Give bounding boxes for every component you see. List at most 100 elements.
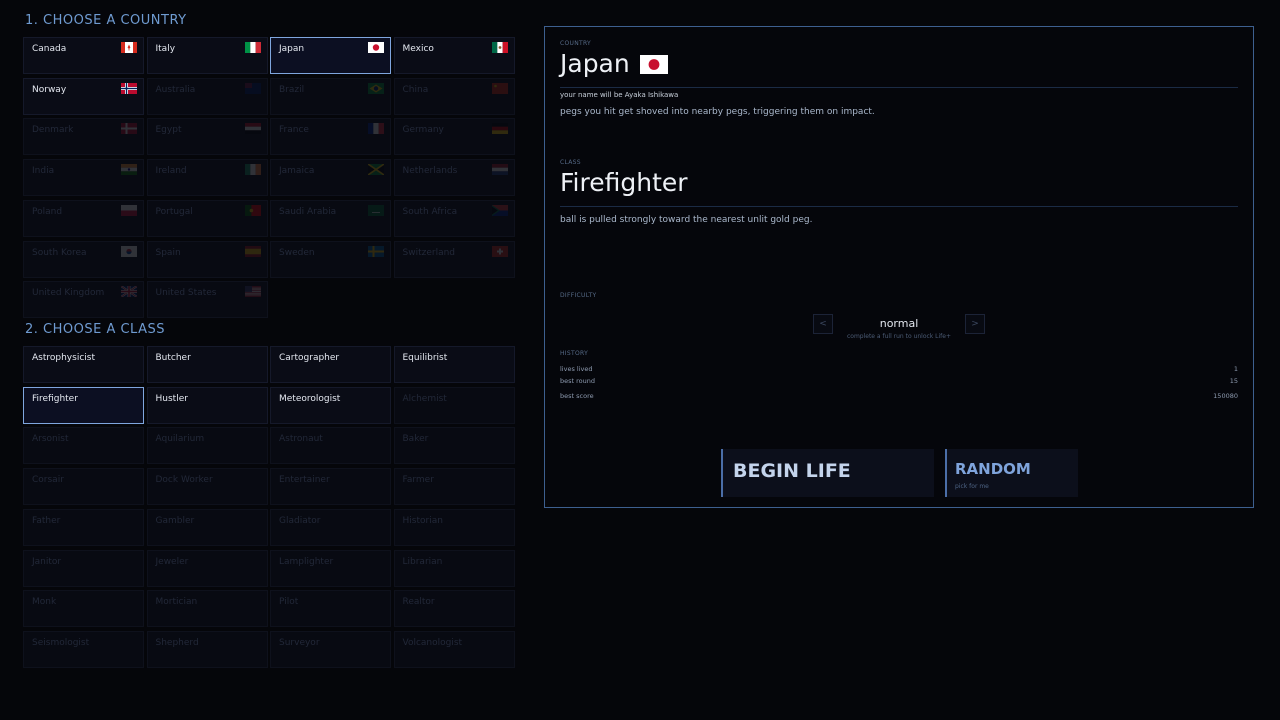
class-option-corsair: Corsair <box>23 468 144 506</box>
country-option-norway[interactable]: Norway <box>23 77 144 115</box>
country-option-japan[interactable]: Japan <box>270 37 391 74</box>
difficulty-caption: DIFFICULTY <box>560 292 597 299</box>
class-option-equilibrist[interactable]: Equilibrist <box>393 346 515 383</box>
country-option-label: Italy <box>155 44 176 54</box>
country-option-label: China <box>402 84 429 95</box>
country-option-netherlands: Netherlands <box>393 159 515 197</box>
country-option-label: Norway <box>32 84 67 95</box>
class-option-label: Corsair <box>32 475 64 486</box>
country-option-ireland: Ireland <box>146 159 268 197</box>
class-option-surveyor: Surveyor <box>270 630 391 668</box>
netherlands-flag-icon <box>491 164 508 176</box>
character-name-line: your name will be Ayaka Ishikawa <box>560 91 679 99</box>
class-option-label: Hustler <box>155 393 188 404</box>
difficulty-hint: complete a full run to unlock Life+ <box>846 333 952 340</box>
class-option-label: Father <box>32 515 61 526</box>
class-option-lamplighter: Lamplighter <box>270 549 391 587</box>
germany-flag-icon <box>491 123 508 135</box>
country-option-denmark: Denmark <box>23 118 144 156</box>
china-flag-icon <box>491 82 508 94</box>
country-option-label: Egypt <box>155 125 182 136</box>
class-option-baker: Baker <box>393 427 515 465</box>
begin-life-button[interactable]: BEGIN LIFE <box>721 449 934 497</box>
country-option-label: Switzerland <box>402 247 456 258</box>
class-option-entertainer: Entertainer <box>270 468 391 506</box>
random-sublabel: pick for me <box>955 483 989 490</box>
country-name: Japan <box>560 49 630 78</box>
country-option-india: India <box>23 159 144 197</box>
class-option-label: Janitor <box>32 556 62 567</box>
class-option-butcher[interactable]: Butcher <box>146 346 268 383</box>
poland-flag-icon <box>121 204 137 216</box>
class-option-label: Firefighter <box>32 393 78 404</box>
class-option-label: Realtor <box>402 597 435 608</box>
class-option-label: Cartographer <box>279 353 340 363</box>
country-rule <box>560 87 1238 88</box>
random-label: RANDOM <box>955 460 1031 478</box>
jamaica-flag-icon <box>367 163 385 176</box>
history-row: best round 15 <box>560 377 1238 387</box>
class-option-label: Aquilarium <box>155 434 205 445</box>
class-option-gladiator: Gladiator <box>270 508 391 546</box>
class-option-label: Gambler <box>155 515 195 526</box>
class-option-label: Alchemist <box>402 393 447 404</box>
india-flag-icon <box>121 164 137 176</box>
australia-flag-icon <box>244 82 261 94</box>
class-option-dock-worker: Dock Worker <box>146 468 268 506</box>
france-flag-icon <box>368 123 384 135</box>
difficulty-next-button[interactable]: > <box>965 314 985 334</box>
country-option-united-kingdom: United Kingdom <box>23 281 144 319</box>
detail-panel: COUNTRY Japan your name will be Ayaka Is… <box>544 26 1254 508</box>
class-option-arsonist: Arsonist <box>23 427 144 465</box>
country-option-label: Portugal <box>155 206 193 217</box>
country-option-jamaica: Jamaica <box>270 159 391 197</box>
country-caption: COUNTRY <box>560 40 592 47</box>
sweden-flag-icon <box>368 245 384 257</box>
country-option-label: Mexico <box>402 44 434 54</box>
class-option-firefighter[interactable]: Firefighter <box>23 386 144 424</box>
country-option-label: Poland <box>32 206 63 217</box>
country-option-label: South Africa <box>402 206 458 217</box>
class-option-astronaut: Astronaut <box>270 427 391 465</box>
class-option-label: Seismologist <box>32 637 90 648</box>
country-section-title: 1. CHOOSE A COUNTRY <box>25 13 187 28</box>
class-name: Firefighter <box>560 168 688 197</box>
random-button[interactable]: RANDOM pick for me <box>945 449 1078 497</box>
canada-flag-icon <box>121 42 137 53</box>
country-option-australia: Australia <box>146 77 268 115</box>
south-africa-flag-icon <box>491 204 508 216</box>
denmark-flag-icon <box>121 123 137 135</box>
history-row: lives lived 1 <box>560 365 1238 375</box>
switzerland-flag-icon <box>491 245 508 257</box>
country-option-label: Canada <box>32 44 67 54</box>
class-option-label: Astronaut <box>279 434 323 445</box>
class-option-astrophysicist[interactable]: Astrophysicist <box>23 346 144 383</box>
history-row: best score 150080 <box>560 392 1238 402</box>
country-option-label: Australia <box>155 84 196 95</box>
class-option-shepherd: Shepherd <box>146 630 268 668</box>
country-option-label: Brazil <box>279 84 305 95</box>
class-option-label: Monk <box>32 597 57 608</box>
class-option-monk: Monk <box>23 590 144 628</box>
country-ability: pegs you hit get shoved into nearby pegs… <box>560 107 875 117</box>
class-option-cartographer[interactable]: Cartographer <box>270 346 391 383</box>
class-option-alchemist: Alchemist <box>393 386 515 424</box>
country-option-sweden: Sweden <box>270 240 391 278</box>
class-option-hustler[interactable]: Hustler <box>146 386 268 424</box>
country-option-mexico[interactable]: Mexico <box>393 37 515 74</box>
country-option-label: Denmark <box>32 125 74 136</box>
brazil-flag-icon <box>368 82 384 94</box>
history-value: 1 <box>1233 365 1238 373</box>
history-key: lives lived <box>560 365 593 373</box>
class-rule <box>560 206 1238 207</box>
class-option-meteorologist[interactable]: Meteorologist <box>270 386 391 424</box>
class-option-mortician: Mortician <box>146 590 268 628</box>
country-option-brazil: Brazil <box>270 77 391 115</box>
portugal-flag-icon <box>244 204 261 216</box>
country-option-label: United States <box>155 288 217 299</box>
class-option-label: Gladiator <box>279 515 321 526</box>
country-option-italy[interactable]: Italy <box>146 37 268 74</box>
country-option-spain: Spain <box>146 240 268 278</box>
country-option-canada[interactable]: Canada <box>23 37 144 74</box>
difficulty-value: normal <box>879 317 919 330</box>
